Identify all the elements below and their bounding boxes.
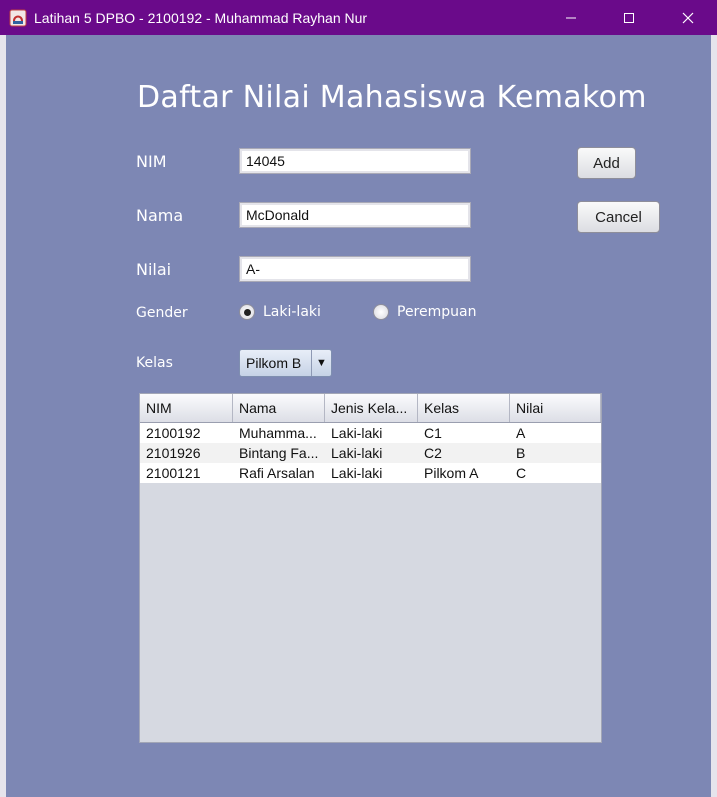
radio-label-laki-laki: Laki-laki: [263, 304, 321, 320]
table-cell: 2101926: [146, 445, 201, 461]
table-cell: Laki-laki: [331, 465, 383, 481]
table-row[interactable]: 2100121 Rafi Arsalan Laki-laki Pilkom A …: [140, 463, 601, 483]
add-button[interactable]: Add: [577, 147, 636, 179]
table-cell: Rafi Arsalan: [239, 465, 315, 481]
column-header-nim[interactable]: NIM: [140, 394, 233, 422]
table-header: NIM Nama Jenis Kela... Kelas Nilai: [140, 394, 601, 423]
table-cell: A: [516, 425, 526, 441]
java-app-icon: [8, 8, 28, 28]
maximize-button[interactable]: [600, 0, 658, 35]
maximize-icon: [624, 12, 634, 23]
table-cell: C1: [424, 425, 442, 441]
column-header-nama[interactable]: Nama: [233, 394, 325, 422]
table-cell: Bintang Fa...: [239, 445, 319, 461]
table-cell: C2: [424, 445, 442, 461]
column-header-kelas[interactable]: Kelas: [418, 394, 510, 422]
window-frame-right: [711, 35, 717, 797]
gender-radio-laki-laki[interactable]: Laki-laki: [239, 304, 321, 320]
table-cell: Laki-laki: [331, 425, 383, 441]
nama-label: Nama: [136, 206, 184, 225]
radio-unselected-icon: [373, 304, 389, 320]
table-cell: Pilkom A: [424, 465, 479, 481]
table-row[interactable]: 2100192 Muhamma... Laki-laki C1 A: [140, 423, 601, 443]
minimize-icon: [566, 17, 576, 18]
close-button[interactable]: [659, 0, 717, 35]
gender-label: Gender: [136, 305, 188, 321]
kelas-label: Kelas: [136, 355, 173, 371]
kelas-dropdown[interactable]: Pilkom B ▼: [239, 349, 332, 377]
table-cell: 2100192: [146, 425, 201, 441]
nilai-table[interactable]: NIM Nama Jenis Kela... Kelas Nilai 21001…: [139, 393, 602, 743]
nilai-field[interactable]: A-: [239, 256, 471, 282]
window-title: Latihan 5 DPBO - 2100192 - Muhammad Rayh…: [34, 9, 368, 26]
table-cell: B: [516, 445, 526, 461]
table-cell: C: [516, 465, 527, 481]
table-cell: Laki-laki: [331, 445, 383, 461]
cancel-button[interactable]: Cancel: [577, 201, 660, 233]
table-cell: Muhamma...: [239, 425, 317, 441]
nim-field[interactable]: 14045: [239, 148, 471, 174]
nilai-label: Nilai: [136, 260, 172, 279]
column-header-jenis-kelamin[interactable]: Jenis Kela...: [325, 394, 418, 422]
nama-field[interactable]: McDonald: [239, 202, 471, 228]
dropdown-arrow-icon[interactable]: ▼: [311, 350, 331, 376]
table-cell: 2100121: [146, 465, 201, 481]
radio-selected-icon: [239, 304, 255, 320]
close-icon: [682, 12, 694, 23]
gender-radio-perempuan[interactable]: Perempuan: [373, 304, 476, 320]
table-row[interactable]: 2101926 Bintang Fa... Laki-laki C2 B: [140, 443, 601, 463]
column-header-nilai[interactable]: Nilai: [510, 394, 601, 422]
page-title: Daftar Nilai Mahasiswa Kemakom: [137, 80, 647, 115]
kelas-selected-value: Pilkom B: [246, 355, 302, 371]
minimize-button[interactable]: [542, 0, 600, 35]
title-bar: Latihan 5 DPBO - 2100192 - Muhammad Rayh…: [0, 0, 717, 35]
radio-label-perempuan: Perempuan: [397, 304, 477, 320]
nim-label: NIM: [136, 152, 167, 171]
